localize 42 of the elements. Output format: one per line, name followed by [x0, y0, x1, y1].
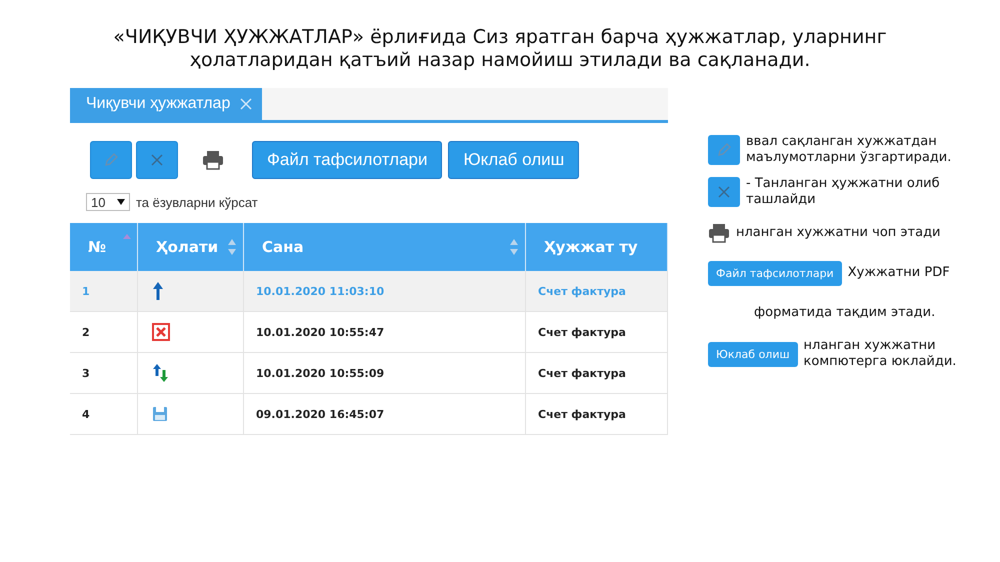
table-cell: 2	[70, 312, 138, 353]
sort-icon[interactable]	[509, 238, 519, 256]
button-sample: Юклаб олиш	[708, 342, 798, 366]
table-cell: 10.01.2020 10:55:47	[244, 312, 526, 353]
sort-icon[interactable]	[227, 238, 237, 256]
table-cell: Счет фактура	[526, 353, 668, 394]
column-header[interactable]: №	[70, 223, 138, 271]
tab[interactable]: Чиқувчи ҳужжатлар	[70, 88, 262, 120]
table-cell: Счет фактура	[526, 312, 668, 353]
slide-title: «ЧИҚУВЧИ ҲУЖЖАТЛАР» ёрлиғида Сиз яратган барча ҳужжатлар, уларнинг ҳолатларидан қатъий назар намойиш этилади ва сақланади.	[112, 26, 888, 72]
table-cell: 3	[70, 353, 138, 394]
close-icon	[717, 185, 731, 199]
pencil-icon	[103, 152, 119, 168]
print-icon	[708, 223, 730, 243]
edit-button[interactable]	[90, 141, 132, 179]
toolbar-button[interactable]: Файл тафсилотлари	[252, 141, 442, 179]
close-icon[interactable]	[240, 98, 252, 110]
pencil-icon	[716, 142, 732, 158]
legend-text: - Танланган ҳужжатни олиб ташлайди	[746, 176, 941, 208]
page-size-select[interactable]: 10	[86, 193, 130, 211]
print-icon	[202, 150, 224, 170]
legend-text: Хужжатни PDF	[848, 265, 950, 281]
dropdown-caret-icon	[117, 199, 125, 205]
table-cell: Счет фактура	[526, 271, 668, 312]
legend-text: нланган хужжатни чоп этади	[736, 225, 941, 241]
legend-text: нланган хужжатни компютерга юклайди.	[804, 338, 958, 370]
column-header[interactable]: Сана	[244, 223, 526, 271]
table-cell: 4	[70, 394, 138, 435]
page-size-label: та ёзувларни кўрсат	[136, 194, 258, 210]
table-cell: Счет фактура	[526, 394, 668, 435]
legend-text: форматида тақдим этади.	[753, 305, 936, 321]
toolbar-button[interactable]: Юклаб олиш	[448, 141, 580, 179]
column-header[interactable]: Ҳужжат ту	[526, 223, 668, 271]
delete-button[interactable]	[136, 141, 178, 179]
table-cell: 09.01.2020 16:45:07	[244, 394, 526, 435]
table-cell: 10.01.2020 11:03:10	[244, 271, 526, 312]
button-sample: Файл тафсилотлари	[708, 260, 842, 286]
column-header[interactable]: Ҳолати	[138, 223, 244, 271]
table-cell: 10.01.2020 10:55:09	[244, 353, 526, 394]
close-icon	[150, 153, 164, 167]
legend-text: ввал сақланган хужжатдан маълумотларни ўзгартиради.	[746, 134, 952, 166]
table-cell: 1	[70, 271, 138, 312]
